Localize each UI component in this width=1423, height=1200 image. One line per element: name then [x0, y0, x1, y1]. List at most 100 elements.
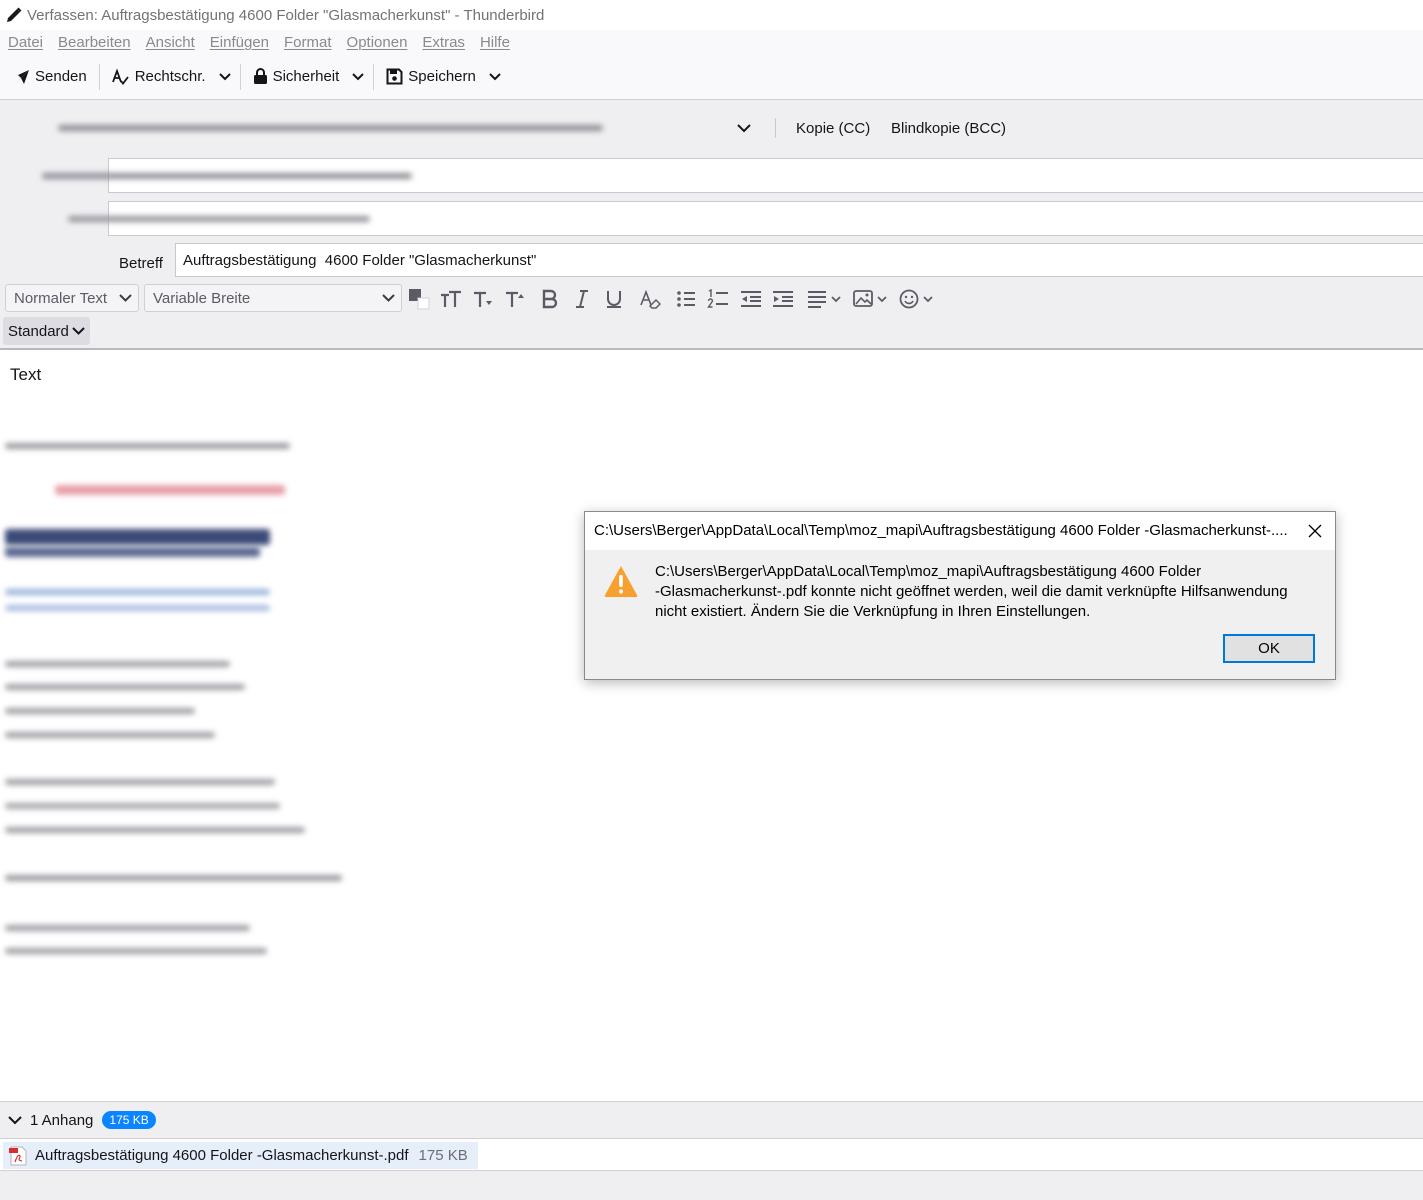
font-size-increase-icon[interactable] [502, 286, 528, 312]
redacted-line [5, 827, 305, 833]
spellcheck-dropdown[interactable] [214, 60, 236, 94]
compose-headers: Kopie (CC) Blindkopie (BCC) Betreff [0, 100, 1423, 278]
attachment-list: Auftragsbestätigung 4600 Folder -Glasmac… [0, 1138, 1423, 1170]
warning-icon [603, 564, 639, 602]
redacted-line [5, 925, 250, 931]
paragraph-format-select[interactable]: Normaler Text [5, 284, 139, 312]
font-size-decrease-icon[interactable] [470, 286, 496, 312]
spellcheck-button[interactable]: Rechtschr. [104, 60, 214, 94]
dialog-message: C:\Users\Berger\AppData\Local\Temp\moz_m… [655, 562, 1315, 622]
bcc-button[interactable]: Blindkopie (BCC) [891, 120, 1006, 137]
chevron-down-icon [218, 72, 231, 80]
subject-input[interactable] [175, 243, 1423, 277]
font-value: Variable Breite [153, 289, 251, 307]
menu-extras[interactable]: Extras [422, 34, 465, 51]
error-dialog: C:\Users\Berger\AppData\Local\Temp\moz_m… [584, 511, 1336, 680]
dialog-title: C:\Users\Berger\AppData\Local\Temp\moz_m… [594, 522, 1288, 539]
attachment-total-size-badge: 175 KB [102, 1111, 156, 1129]
security-label: Sicherheit [272, 68, 340, 85]
chevron-down-icon [352, 72, 365, 80]
body-text: Text [10, 365, 42, 384]
redacted-line [5, 732, 215, 738]
align-icon[interactable] [806, 286, 844, 312]
numbered-list-icon[interactable] [705, 286, 731, 312]
chevron-down-icon [119, 294, 132, 302]
text-color-icon[interactable] [406, 286, 432, 312]
ok-button[interactable]: OK [1223, 634, 1315, 663]
attachment-item[interactable]: Auftragsbestätigung 4600 Folder -Glasmac… [3, 1142, 478, 1169]
dialog-close-button[interactable] [1305, 521, 1325, 541]
redacted-line [5, 948, 267, 954]
chevron-down-icon [72, 327, 85, 335]
save-button[interactable]: Speichern [378, 60, 484, 94]
subject-label: Betreff [119, 255, 163, 272]
status-bar [0, 1170, 1423, 1200]
redacted-from-field [58, 125, 603, 131]
menu-ansicht[interactable]: Ansicht [146, 34, 195, 51]
redacted-line-dark [5, 547, 260, 557]
pencil-icon [4, 5, 24, 25]
window-title: Verfassen: Auftragsbestätigung 4600 Fold… [27, 6, 545, 24]
menu-hilfe[interactable]: Hilfe [480, 34, 510, 51]
redacted-line [5, 661, 230, 667]
spellcheck-icon [111, 67, 129, 85]
chevron-down-icon [382, 294, 395, 302]
menu-bearbeiten[interactable]: Bearbeiten [58, 34, 131, 51]
redacted-line-red [55, 485, 285, 495]
security-button[interactable]: Sicherheit [245, 60, 348, 94]
attachment-file-name: Auftragsbestätigung 4600 Folder -Glasmac… [35, 1147, 409, 1164]
lock-icon [253, 68, 267, 84]
menu-bar: Datei Bearbeiten Ansicht Einfügen Format… [0, 30, 1423, 54]
header-separator [775, 118, 776, 138]
redacted-to-field [42, 173, 412, 179]
pdf-file-icon [9, 1146, 27, 1165]
chevron-down-icon [737, 124, 751, 133]
insert-image-icon[interactable] [852, 286, 890, 312]
send-button[interactable]: Senden [6, 60, 95, 94]
redacted-line [5, 779, 275, 785]
attachment-bar[interactable]: 1 Anhang 175 KB [0, 1101, 1423, 1138]
redacted-cc-field [68, 216, 370, 222]
cc-button[interactable]: Kopie (CC) [796, 120, 870, 137]
menu-optionen[interactable]: Optionen [347, 34, 408, 51]
from-dropdown[interactable] [737, 120, 751, 137]
menu-einfuegen[interactable]: Einfügen [210, 34, 269, 51]
italic-icon[interactable] [569, 286, 595, 312]
close-icon [1308, 524, 1322, 538]
paragraph-format-value: Normaler Text [14, 289, 108, 307]
send-icon [15, 69, 29, 84]
toolbar-separator [98, 63, 100, 90]
toolbar-separator [373, 63, 375, 90]
save-icon [386, 68, 403, 85]
indent-icon[interactable] [770, 286, 796, 312]
chevron-down-icon [489, 72, 501, 80]
redacted-line-dark [5, 529, 270, 545]
compose-toolbar: Senden Rechtschr. Sicherheit Speichern [0, 54, 1423, 100]
dialog-titlebar: C:\Users\Berger\AppData\Local\Temp\moz_m… [585, 512, 1335, 550]
dialog-message-line: C:\Users\Berger\AppData\Local\Temp\moz_m… [655, 563, 1202, 580]
spellcheck-label: Rechtschr. [134, 68, 206, 85]
redacted-line [5, 708, 195, 714]
font-select[interactable]: Variable Breite [144, 284, 402, 312]
standard-value: Standard [8, 322, 69, 340]
remove-formatting-icon[interactable] [637, 286, 663, 312]
dialog-message-line: nicht existiert. Ändern Sie die Verknüpf… [655, 603, 1091, 620]
save-dropdown[interactable] [484, 60, 506, 94]
security-dropdown[interactable] [347, 60, 369, 94]
outdent-icon[interactable] [738, 286, 764, 312]
standard-select[interactable]: Standard [3, 317, 90, 345]
underline-icon[interactable] [601, 286, 627, 312]
bullet-list-icon[interactable] [673, 286, 699, 312]
bold-icon[interactable] [537, 286, 563, 312]
message-editor[interactable]: Text [0, 351, 1423, 1101]
chevron-down-icon [8, 1115, 22, 1124]
font-size-reset-icon[interactable] [438, 286, 464, 312]
redacted-line-blue [5, 605, 270, 611]
window-titlebar: Verfassen: Auftragsbestätigung 4600 Fold… [0, 0, 1423, 30]
emoji-icon[interactable] [898, 286, 936, 312]
menu-format[interactable]: Format [284, 34, 332, 51]
toolbar-separator [239, 63, 241, 90]
send-label: Senden [35, 68, 87, 85]
menu-datei[interactable]: Datei [8, 34, 43, 51]
save-label: Speichern [408, 68, 476, 85]
